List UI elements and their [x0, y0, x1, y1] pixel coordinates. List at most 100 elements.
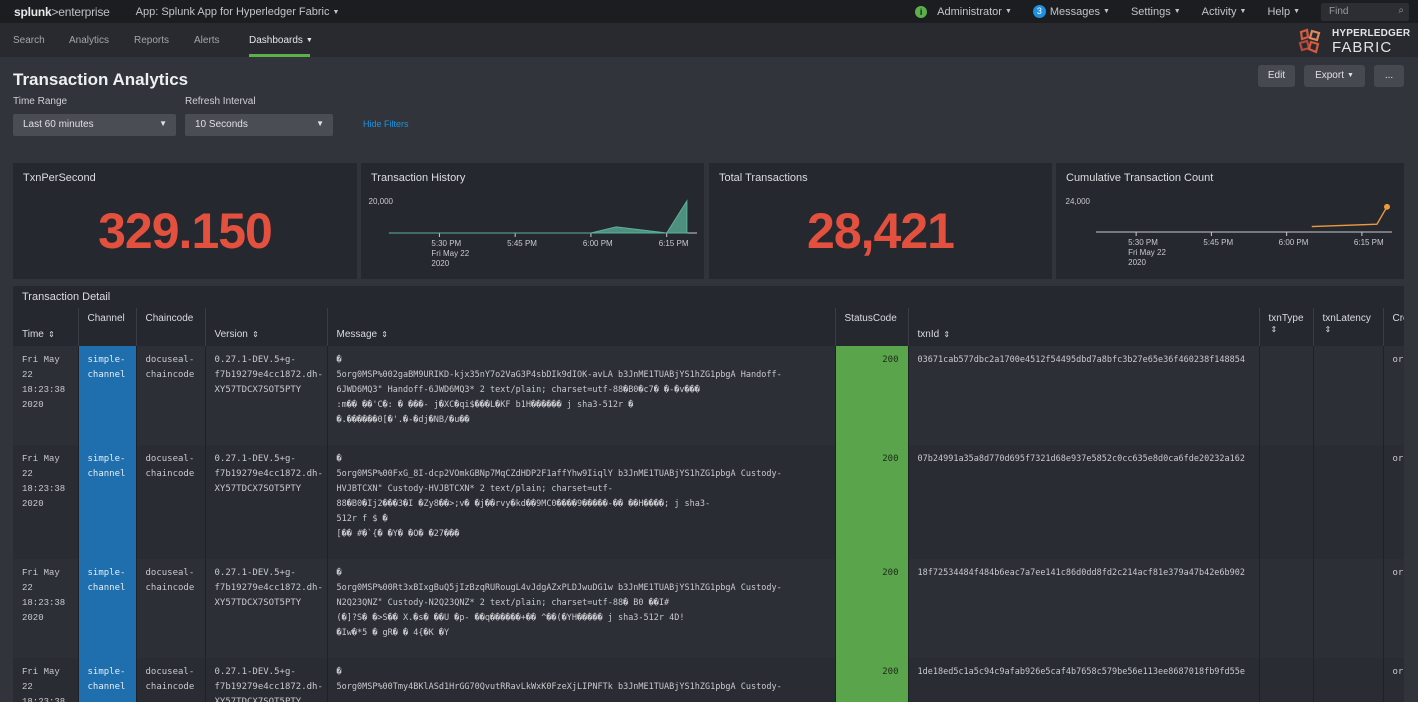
cell-version[interactable]: 0.27.1-DEV.5+g-f7b19279e4cc1872.dh- XY57T… [205, 559, 328, 658]
cell-version[interactable]: 0.27.1-DEV.5+g-f7b19279e4cc1872.dh- XY57T… [205, 346, 328, 445]
cell-channel[interactable]: simple-channel [78, 559, 137, 658]
cell-chaincode[interactable]: docuseal-chaincode [136, 559, 206, 658]
sort-icon[interactable]: ⇕ [1271, 325, 1278, 334]
find-input[interactable]: Find ⌕ [1321, 2, 1409, 21]
column-header-channel[interactable]: Channel [78, 308, 137, 346]
edit-button[interactable]: Edit [1258, 65, 1295, 87]
cell-cre[interactable]: or [1383, 658, 1404, 702]
cell-txnlatency[interactable] [1313, 445, 1384, 559]
cell-time[interactable]: Fri May 22 18:23:38 2020 [13, 445, 79, 559]
more-actions-button[interactable]: ... [1374, 65, 1404, 87]
sort-icon[interactable]: ⇕ [1325, 325, 1332, 334]
table-row[interactable]: Fri May 22 18:23:38 2020 simple-channel docus… [13, 559, 1404, 658]
cell-line: simple- [87, 568, 126, 578]
app-selector[interactable]: App: Splunk App for Hyperledger Fabric ▼ [136, 6, 340, 18]
cell-txnlatency[interactable] [1313, 559, 1384, 658]
cell-statuscode[interactable]: 200 [835, 559, 909, 658]
column-header-label: txnType [1268, 313, 1304, 324]
cell-statuscode[interactable]: 200 [835, 658, 909, 702]
cumulative-transaction-chart[interactable]: 24,000 5:30 PMFri May 222020 5:45 PM 6:00 P… [1056, 163, 1404, 279]
cell-line: f7b19279e4cc1872.dh- [214, 682, 323, 692]
column-header-txntype[interactable]: txnType ⇕ [1259, 308, 1314, 346]
cell-chaincode[interactable]: docuseal-chaincode [136, 346, 206, 445]
cell-statuscode[interactable]: 200 [835, 346, 909, 445]
column-header-time[interactable]: Time ⇕ [13, 308, 79, 346]
column-header-txnlatency[interactable]: txnLatency ⇕ [1313, 308, 1384, 346]
nav-reports[interactable]: Reports [134, 35, 169, 46]
cell-txnid[interactable]: 1de18ed5c1a5c94c9afab926e5caf4b7658c579b… [908, 658, 1260, 702]
cell-txnlatency[interactable] [1313, 346, 1384, 445]
cell-line: 2020 [22, 499, 44, 509]
user-menu[interactable]: i Administrator ▼ [915, 5, 1012, 18]
column-header-cre[interactable]: Cre [1383, 308, 1404, 346]
messages-menu[interactable]: 3 Messages ▼ [1032, 5, 1110, 18]
cell-channel[interactable]: simple-channel [78, 346, 137, 445]
settings-menu[interactable]: Settings ▼ [1131, 6, 1181, 18]
cell-message[interactable]: � 5org0MSP%00FxG_8I-dcp2VOmkGBNp7MqCZdHDP… [327, 445, 836, 559]
nav-alerts[interactable]: Alerts [194, 35, 220, 46]
health-status-icon[interactable]: i [915, 5, 928, 18]
cell-line: docuseal- [145, 355, 195, 365]
x-tick-sublabel: Fri May 22 [431, 249, 469, 258]
cell-txntype[interactable] [1259, 445, 1314, 559]
cell-cre[interactable]: or [1383, 445, 1404, 559]
column-header-txnid[interactable]: txnId ⇕ [908, 308, 1260, 346]
column-header-version[interactable]: Version ⇕ [205, 308, 328, 346]
cell-chaincode[interactable]: docuseal-chaincode [136, 445, 206, 559]
splunk-logo[interactable]: splunk>enterprise [14, 5, 110, 19]
sort-icon[interactable]: ⇕ [379, 330, 388, 339]
cell-line: 88�B0�Ij2���3�I �Zy8��>;v� �j��rvy�kd��9… [336, 499, 711, 509]
cell-txnlatency[interactable] [1313, 658, 1384, 702]
cell-version[interactable]: 0.27.1-DEV.5+g-f7b19279e4cc1872.dh- XY57T… [205, 445, 328, 559]
table-row[interactable]: Fri May 22 18:23:38 2020 simple-channel docus… [13, 346, 1404, 445]
chevron-down-icon: ▼ [1004, 8, 1012, 15]
nav-analytics[interactable]: Analytics [69, 35, 109, 46]
cell-channel[interactable]: simple-channel [78, 445, 137, 559]
nav-search[interactable]: Search [13, 35, 45, 46]
cell-message[interactable]: � 5org0MSP%00Tmy4BKlASd1HrGG70QvutRRavLkW… [327, 658, 836, 702]
help-menu[interactable]: Help ▼ [1267, 6, 1300, 18]
cell-version[interactable]: 0.27.1-DEV.5+g-f7b19279e4cc1872.dh- XY57T… [205, 658, 328, 702]
cell-channel[interactable]: simple-channel [78, 658, 137, 702]
cell-line: channel [87, 583, 126, 593]
export-button[interactable]: Export ▼ [1304, 65, 1365, 87]
sort-icon[interactable]: ⇕ [46, 330, 55, 339]
cell-message[interactable]: � 5org0MSP%00Rt3xBIxgBuQ5jIzBzqRURougL4vJ… [327, 559, 836, 658]
cell-statuscode[interactable]: 200 [835, 445, 909, 559]
cell-line: chaincode [145, 469, 195, 479]
cell-message[interactable]: � 5org0MSP%002gaBM9URIKD-kjx35nY7o2VaG3P4… [327, 346, 836, 445]
cell-cre[interactable]: or [1383, 559, 1404, 658]
cell-time[interactable]: Fri May 22 18:23:38 2020 [13, 346, 79, 445]
cell-txntype[interactable] [1259, 658, 1314, 702]
cell-txntype[interactable] [1259, 346, 1314, 445]
cell-cre[interactable]: or [1383, 346, 1404, 445]
cell-txnid[interactable]: 07b24991a35a8d770d695f7321d68e937e5852c0… [908, 445, 1260, 559]
column-header-message[interactable]: Message ⇕ [327, 308, 836, 346]
cell-txnid[interactable]: 18f72534484f484b6eac7a7ee141c86d0dd8fd2c… [908, 559, 1260, 658]
transaction-history-chart[interactable]: 20,000 5:30 PMFri May 222020 5:45 PM 6:00 P… [361, 163, 704, 279]
column-header-statuscode[interactable]: StatusCode [835, 308, 909, 346]
table-row[interactable]: Fri May 22 18:23:38 simple-channel docuseal-… [13, 658, 1404, 702]
cell-line: channel [87, 370, 126, 380]
cell-time[interactable]: Fri May 22 18:23:38 2020 [13, 559, 79, 658]
cell-chaincode[interactable]: docuseal-chaincode [136, 658, 206, 702]
time-range-dropdown[interactable]: Last 60 minutes ▼ [13, 114, 176, 136]
activity-menu[interactable]: Activity ▼ [1202, 6, 1247, 18]
cell-time[interactable]: Fri May 22 18:23:38 [13, 658, 79, 702]
sort-icon[interactable]: ⇕ [941, 330, 950, 339]
refresh-interval-value: 10 Seconds [195, 119, 248, 130]
cell-line: 22 [22, 370, 33, 380]
nav-dashboards[interactable]: Dashboards ▼ [249, 35, 313, 46]
cell-line: 22 [22, 469, 33, 479]
hide-filters-link[interactable]: Hide Filters [363, 119, 409, 129]
cell-txnid[interactable]: 03671cab577dbc2a1700e4512f54495dbd7a8bfc… [908, 346, 1260, 445]
sort-icon[interactable]: ⇕ [250, 330, 259, 339]
refresh-interval-dropdown[interactable]: 10 Seconds ▼ [185, 114, 333, 136]
cell-line: or [1392, 667, 1404, 677]
user-name: Administrator [937, 5, 1002, 18]
cell-txntype[interactable] [1259, 559, 1314, 658]
table-row[interactable]: Fri May 22 18:23:38 2020 simple-channel docus… [13, 445, 1404, 559]
column-header-chaincode[interactable]: Chaincode [136, 308, 206, 346]
cell-line: 22 [22, 682, 33, 692]
cell-line: XY57TDCX7SOT5PTY [214, 598, 302, 608]
